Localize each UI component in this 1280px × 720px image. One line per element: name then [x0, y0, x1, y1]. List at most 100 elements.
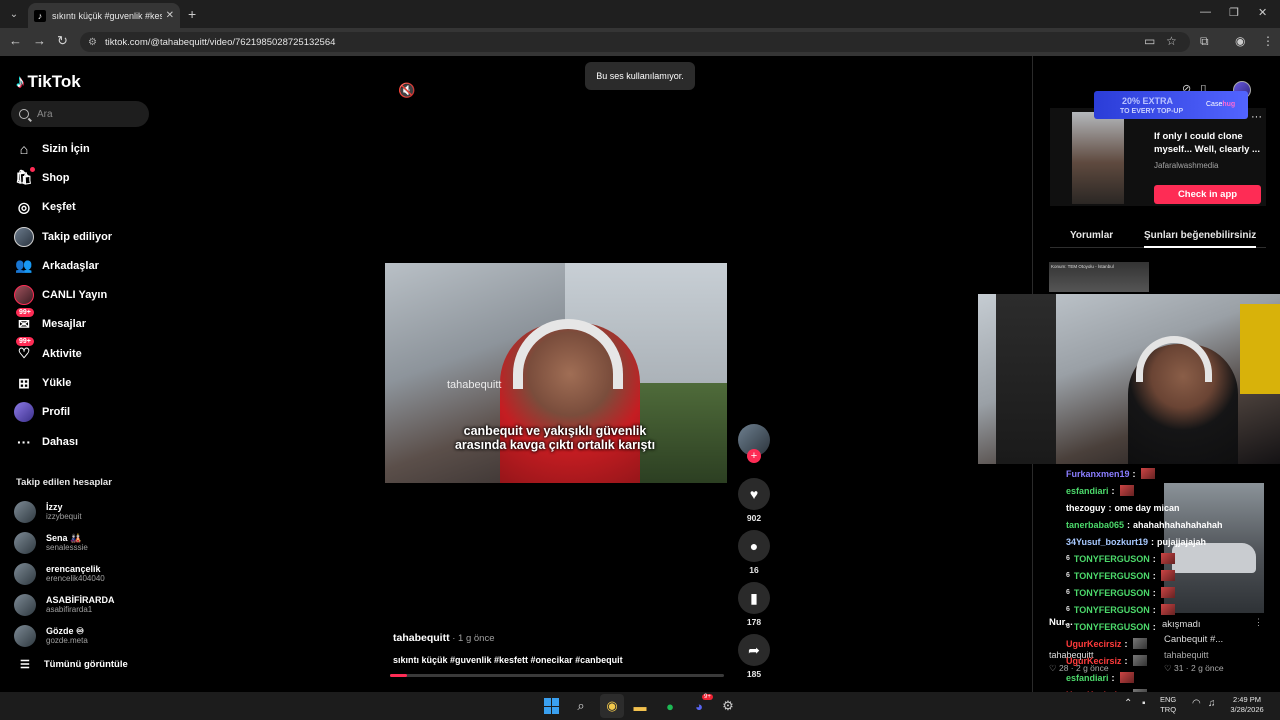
search-input[interactable]: Ara — [11, 101, 149, 127]
browser-tab[interactable]: ♪ sıkıntı küçük #guvenlik #kesfett ✕ — [28, 3, 180, 28]
new-tab-icon[interactable]: + — [188, 6, 196, 22]
following-account[interactable]: Sena 🎎 senalesssie — [14, 527, 160, 558]
chat-username[interactable]: UgurKecirsiz — [1066, 639, 1122, 649]
bookmark-star-icon[interactable]: ☆ — [1166, 34, 1177, 48]
restore-icon[interactable]: ❐ — [1229, 6, 1239, 19]
following-account[interactable]: İzzy izzybequit — [14, 496, 160, 527]
chat-message: thezoguy: ome day mican — [1066, 499, 1266, 516]
steam-icon[interactable]: ⚙ — [719, 697, 737, 715]
check-in-app-button[interactable]: Check in app — [1154, 185, 1261, 204]
windows-start-icon[interactable] — [543, 697, 561, 715]
sidebar-item-0[interactable]: ⌂ Sizin İçin — [0, 134, 160, 163]
follow-plus-icon[interactable]: + — [747, 449, 761, 463]
chat-message: 6 TONYFERGUSON: — [1066, 584, 1266, 601]
site-info-icon[interactable]: ⚙ — [88, 37, 97, 48]
url-field[interactable]: ⚙ tiktok.com/@tahabequitt/video/76219850… — [80, 32, 1190, 52]
account-avatar — [14, 562, 36, 585]
following-section-title: Takip edilen hesaplar — [16, 477, 112, 488]
upload-icon: ⊞ — [18, 374, 30, 391]
cast-icon[interactable]: ▭ — [1144, 34, 1155, 48]
chat-username[interactable]: TONYFERGUSON — [1074, 622, 1150, 632]
account-handle: asabifirarda1 — [46, 604, 93, 614]
chrome-icon[interactable]: ◉ — [603, 697, 621, 715]
reload-icon[interactable]: ↻ — [57, 33, 68, 49]
browser-menu-icon[interactable]: ⋮ — [1262, 34, 1274, 48]
language-indicator[interactable]: ENG TRQ — [1160, 695, 1176, 715]
see-all-button[interactable]: ☰ Tümünü görüntüle — [20, 658, 128, 671]
sidebar-item-1[interactable]: 🛍 Shop — [0, 163, 160, 192]
sidebar-item-7[interactable]: ♡ 99+ Aktivite — [0, 337, 160, 368]
account-avatar — [14, 531, 36, 554]
chat-username[interactable]: TONYFERGUSON — [1074, 588, 1150, 598]
chat-separator: : — [1111, 672, 1115, 683]
chat-username[interactable]: UgurKecirsiz — [1066, 656, 1122, 666]
sidebar-item-10[interactable]: ··· Dahası — [0, 427, 160, 456]
file-explorer-icon[interactable]: ▬ — [631, 697, 649, 715]
chat-username[interactable]: esfandiari — [1066, 486, 1109, 496]
tab-title: sıkıntı küçük #guvenlik #kesfett — [52, 10, 162, 21]
wifi-icon[interactable]: ◠ — [1192, 698, 1201, 709]
chat-text: pujajjajajah — [1157, 536, 1207, 547]
chat-separator: : — [1127, 519, 1131, 530]
tab-list-icon[interactable]: ⌄ — [4, 4, 24, 24]
tray-app-icon[interactable]: ▪ — [1142, 698, 1146, 709]
like-button[interactable]: ♥ 902 — [738, 478, 770, 523]
share-button[interactable]: ➦ 185 — [738, 634, 770, 679]
chat-username[interactable]: 34Yusuf_bozkurt19 — [1066, 537, 1148, 547]
chat-username[interactable]: TONYFERGUSON — [1074, 571, 1150, 581]
sidebar: ♪ TikTok Ara ⌂ Sizin İçin 🛍 Shop ◎ Keşfet Taki… — [0, 56, 160, 692]
sidebar-item-2[interactable]: ◎ Keşfet — [0, 193, 160, 222]
back-icon[interactable]: ← — [9, 33, 22, 48]
chat-separator: : — [1152, 553, 1156, 564]
chat-username[interactable]: esfandiari — [1066, 673, 1109, 683]
more-options-icon[interactable]: ··· — [1251, 111, 1262, 123]
chat-separator: : — [1132, 468, 1136, 479]
sidebar-item-label: CANLI Yayın — [42, 289, 108, 302]
chat-username[interactable]: Furkanxmen19 — [1066, 469, 1130, 479]
taskbar-search-icon[interactable]: ⌕ — [572, 697, 590, 715]
sidebar-item-8[interactable]: ⊞ Yükle — [0, 368, 160, 397]
forward-icon[interactable]: → — [33, 33, 46, 48]
right-tabs: Yorumlar Şunları beğenebilirsiniz — [1050, 228, 1266, 248]
chat-username[interactable]: TONYFERGUSON — [1074, 605, 1150, 615]
video-player[interactable]: tahabequitt canbequit ve yakışıklı güven… — [385, 263, 727, 483]
video-progress-bar[interactable] — [390, 674, 724, 677]
recommended-thumbnail[interactable]: Konum: TEM Otoyolu - İstanbul — [1049, 262, 1149, 292]
chat-emote-icon — [1160, 604, 1175, 615]
live-avatar — [14, 285, 34, 306]
tab-close-icon[interactable]: ✕ — [166, 10, 174, 21]
sidebar-item-9[interactable]: Profil — [0, 398, 160, 427]
comment-button[interactable]: ● 16 — [738, 530, 770, 575]
chat-username[interactable]: tanerbaba065 — [1066, 520, 1124, 530]
following-account[interactable]: ASABİFİRARDA asabifirarda1 — [14, 589, 160, 620]
chat-emote-icon — [1132, 638, 1147, 649]
minimize-icon[interactable]: — — [1200, 6, 1211, 18]
sidebar-item-5[interactable]: CANLI Yayın — [0, 280, 160, 309]
save-button[interactable]: ▮ 178 — [738, 582, 770, 627]
following-account[interactable]: Gözde ♾ gozde.meta — [14, 620, 160, 651]
tray-expand-icon[interactable]: ⌃ — [1124, 698, 1132, 709]
tab-recommended[interactable]: Şunları beğenebilirsiniz — [1144, 230, 1257, 248]
tiktok-logo[interactable]: ♪ TikTok — [16, 72, 81, 92]
chat-username[interactable]: TONYFERGUSON — [1074, 554, 1150, 564]
extensions-icon[interactable]: ⧉ — [1200, 34, 1209, 49]
profile-icon[interactable]: ◉ — [1235, 34, 1245, 48]
sidebar-item-6[interactable]: ✉ 99+ Mesajlar — [0, 307, 160, 339]
sidebar-item-4[interactable]: 👥 Arkadaşlar — [0, 251, 160, 280]
close-window-icon[interactable]: ✕ — [1258, 6, 1267, 19]
like-count: 902 — [746, 513, 762, 523]
notification-badge: 99+ — [16, 307, 34, 317]
volume-icon[interactable]: ♫ — [1208, 698, 1216, 709]
chat-username[interactable]: thezoguy — [1066, 503, 1106, 513]
account-avatar — [14, 593, 36, 616]
clock[interactable]: 2:49 PM 3/28/2026 — [1226, 695, 1268, 715]
tab-comments[interactable]: Yorumlar — [1070, 230, 1113, 241]
sponsored-video-card[interactable]: If only I could clone myself... Well, cl… — [1050, 108, 1266, 206]
muted-speaker-icon[interactable]: 🔇 — [398, 82, 415, 99]
video-author[interactable]: tahabequitt · 1 g önce — [393, 632, 494, 644]
sidebar-item-3[interactable]: Takip ediliyor — [0, 222, 160, 251]
chat-separator: : — [1111, 485, 1115, 496]
chat-badge: 6 — [1066, 606, 1070, 613]
spotify-icon[interactable]: ● — [661, 697, 679, 715]
following-account[interactable]: erencançelik erencelik404040 — [14, 558, 160, 589]
